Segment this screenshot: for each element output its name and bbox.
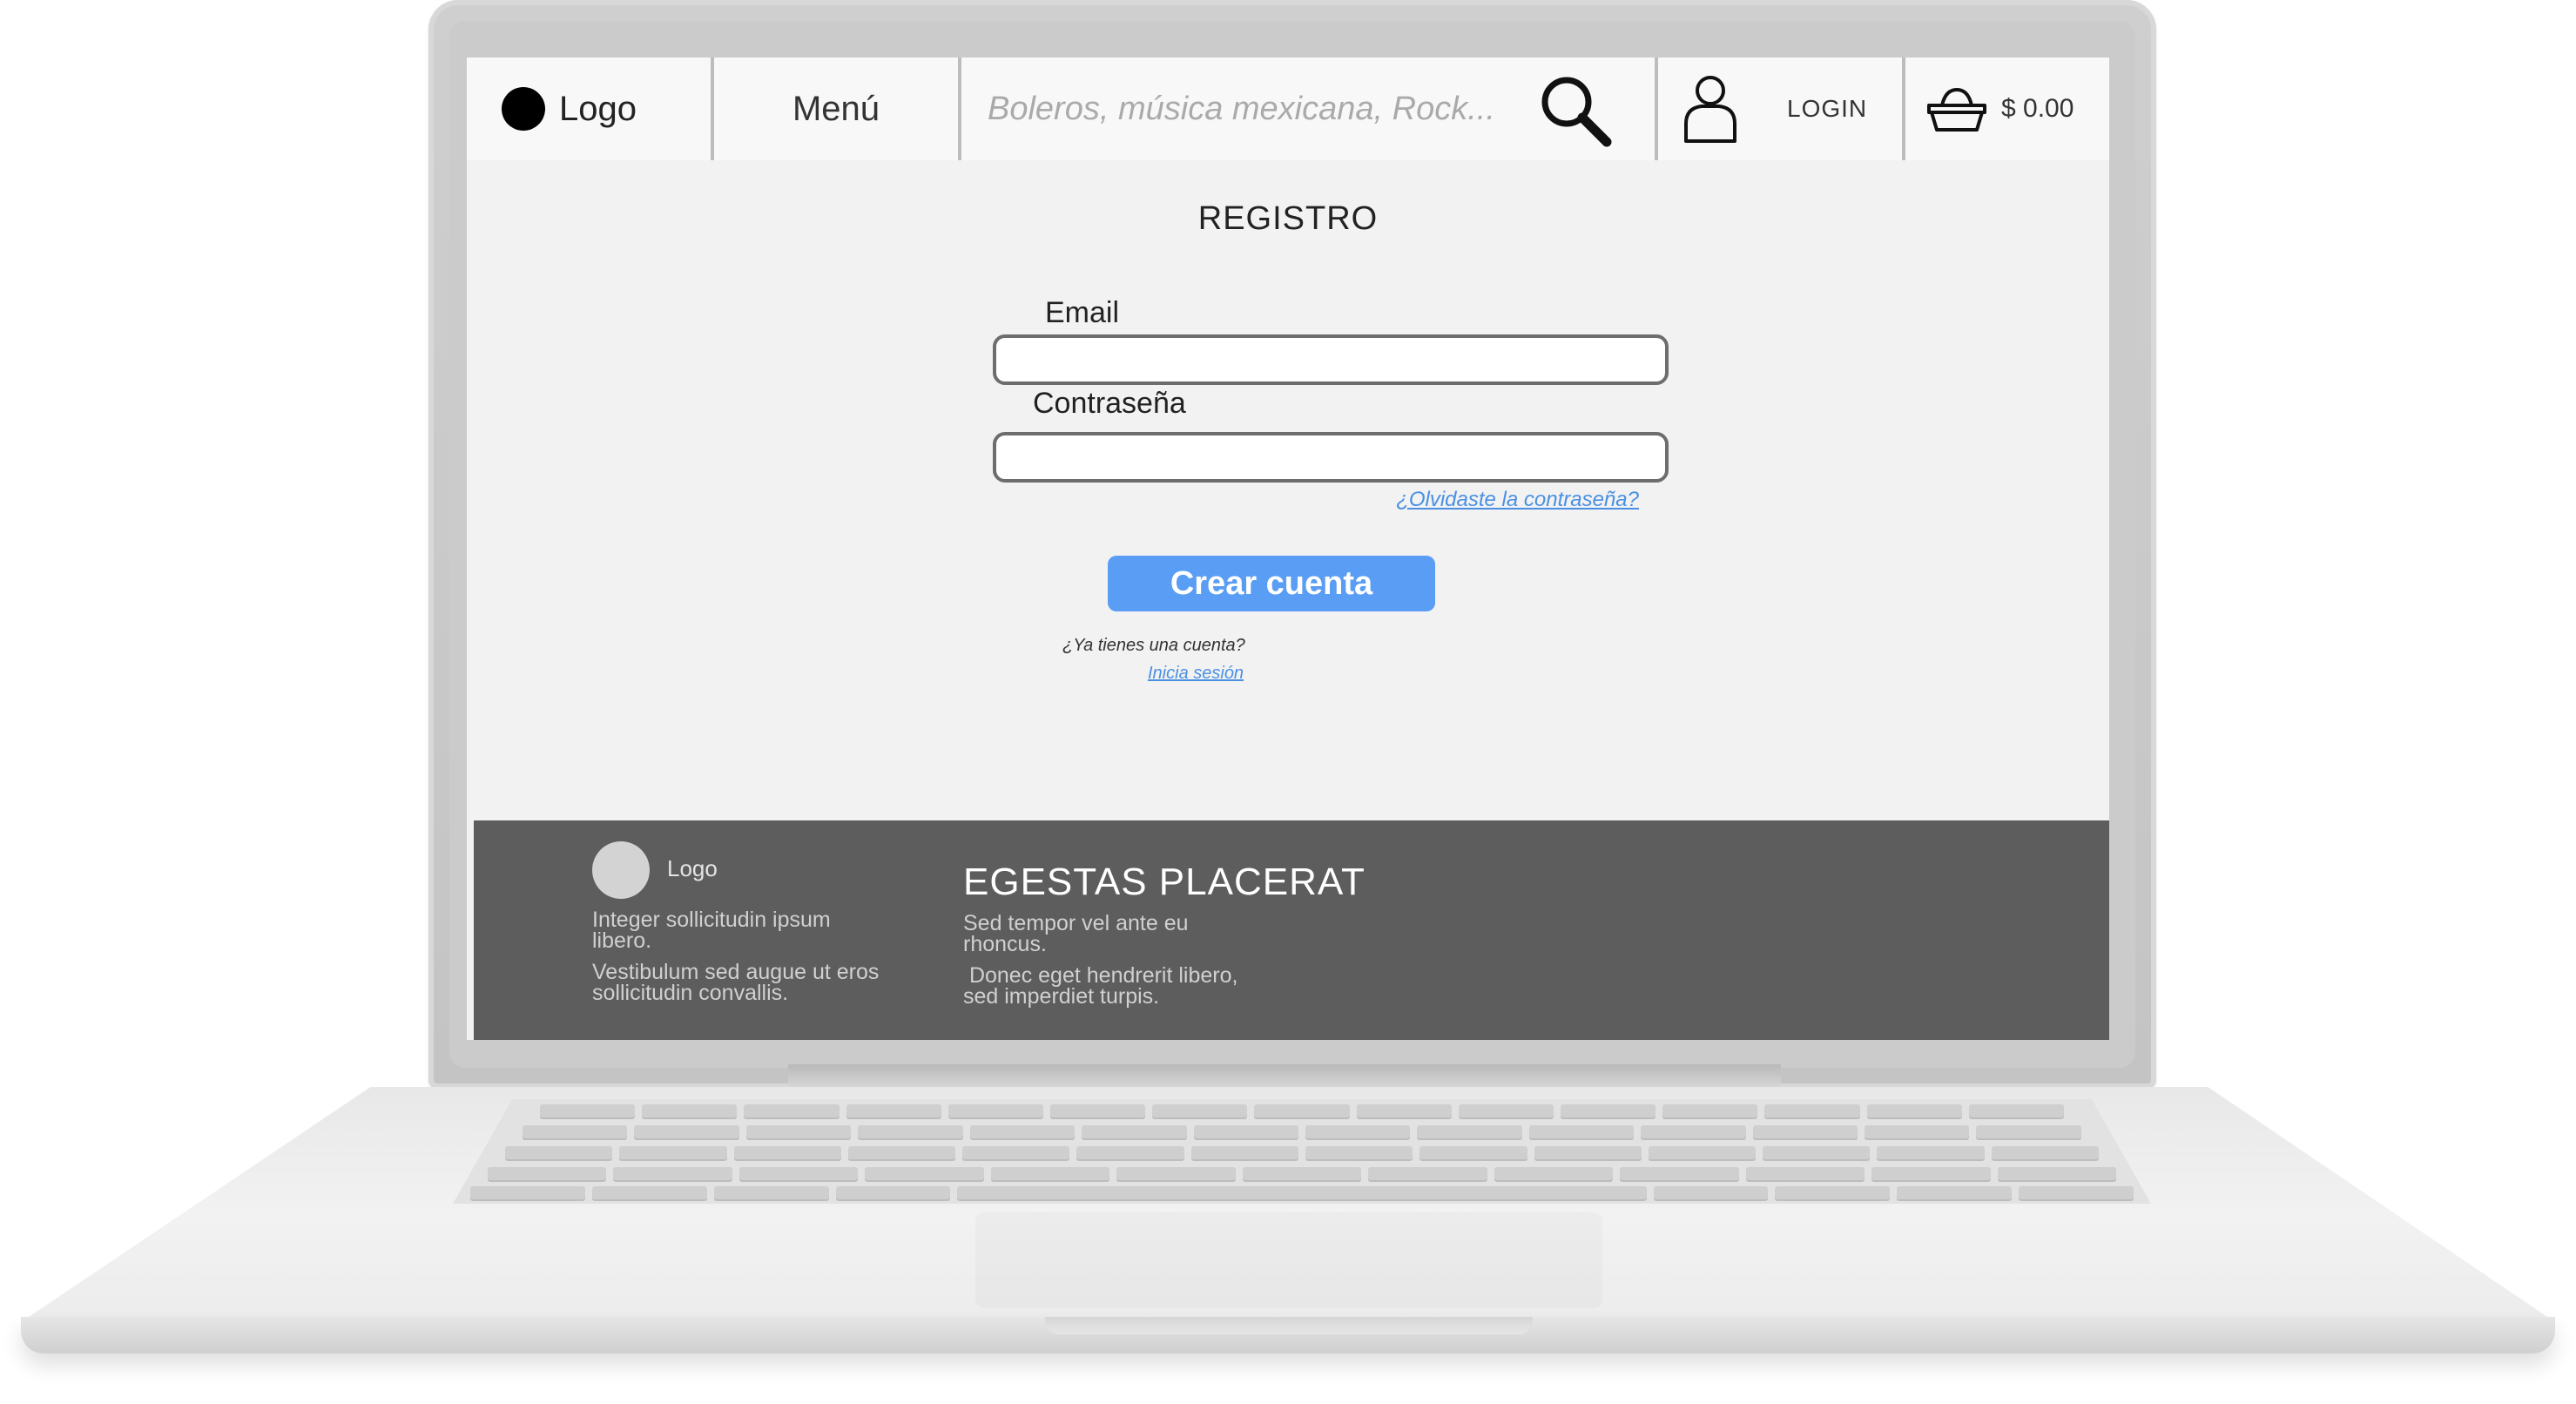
search-input[interactable] bbox=[988, 90, 1545, 128]
footer: Logo Integer sollicitudin ipsum libero. … bbox=[474, 820, 2109, 1040]
cart-total: $ 0.00 bbox=[2001, 94, 2074, 123]
footer-text-3a: Sed tempor vel ante eu bbox=[963, 911, 1189, 935]
logo-dot-icon bbox=[502, 87, 545, 131]
login-button[interactable]: LOGIN bbox=[1658, 57, 1905, 160]
footer-text-4a: Donec eget hendrerit libero, bbox=[963, 963, 1238, 988]
footer-text-3b: rhoncus. bbox=[963, 932, 1047, 956]
email-field[interactable] bbox=[993, 334, 1669, 385]
logo-label: Logo bbox=[559, 89, 637, 128]
password-field[interactable] bbox=[993, 432, 1669, 483]
forgot-password-link[interactable]: ¿Olvidaste la contraseña? bbox=[1396, 488, 1639, 512]
footer-heading: EGESTAS PLACERAT bbox=[963, 861, 1366, 903]
search-icon[interactable] bbox=[1538, 73, 1613, 148]
basket-icon bbox=[1927, 87, 1986, 132]
laptop-notch bbox=[1045, 1317, 1533, 1334]
login-label: LOGIN bbox=[1787, 95, 1868, 122]
create-account-button[interactable]: Crear cuenta bbox=[1108, 556, 1435, 611]
menu-button[interactable]: Menú bbox=[714, 57, 961, 160]
footer-logo-icon bbox=[592, 841, 650, 899]
login-link[interactable]: Inicia sesión bbox=[1148, 664, 1244, 684]
footer-text-4b: sed imperdiet turpis. bbox=[963, 984, 1160, 1009]
cart-button[interactable]: $ 0.00 bbox=[1905, 57, 2109, 160]
user-icon bbox=[1684, 76, 1736, 143]
footer-text-2b: sollicitudin convallis. bbox=[592, 981, 789, 1005]
laptop-hinge bbox=[788, 1064, 1781, 1089]
top-navbar: Logo Menú LOGIN $ 0.00 bbox=[467, 57, 2109, 160]
footer-text-2a: Vestibulum sed augue ut eros bbox=[592, 960, 880, 984]
search-bar bbox=[961, 57, 1658, 160]
footer-logo-label: Logo bbox=[667, 855, 718, 881]
footer-text-1b: libero. bbox=[592, 928, 652, 953]
page-title: REGISTRO bbox=[1197, 200, 1379, 237]
laptop-screen: Logo Menú LOGIN $ 0.00 bbox=[467, 57, 2109, 1040]
footer-text-1a: Integer sollicitudin ipsum bbox=[592, 908, 831, 932]
laptop-trackpad bbox=[975, 1212, 1602, 1308]
password-label: Contraseña bbox=[1033, 387, 1186, 420]
have-account-text: ¿Ya tienes una cuenta? bbox=[1062, 636, 1245, 655]
email-label: Email bbox=[1045, 296, 1120, 329]
menu-label: Menú bbox=[792, 89, 880, 128]
nav-logo[interactable]: Logo bbox=[467, 57, 714, 160]
laptop-keyboard bbox=[453, 1099, 2151, 1204]
